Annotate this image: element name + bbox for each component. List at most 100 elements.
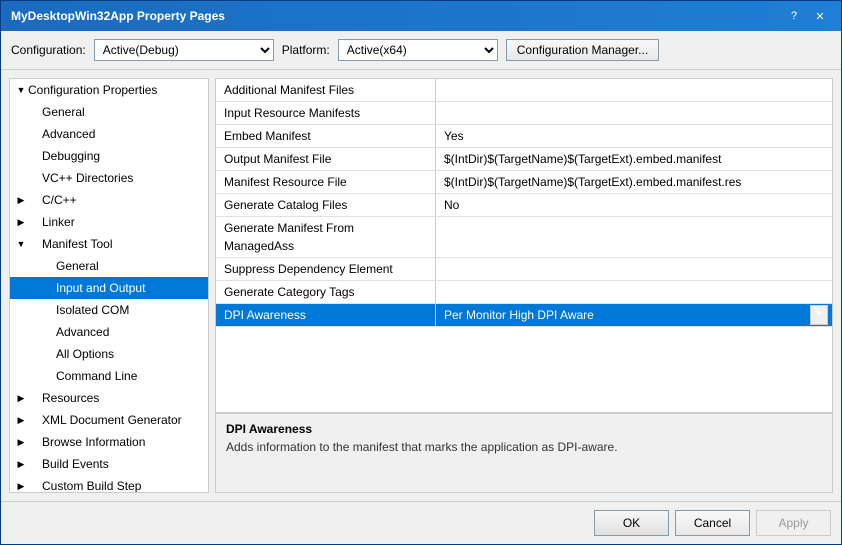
tree-item-debugging[interactable]: Debugging bbox=[10, 145, 208, 167]
main-window: MyDesktopWin32App Property Pages ? ✕ Con… bbox=[0, 0, 842, 545]
window-title: MyDesktopWin32App Property Pages bbox=[11, 9, 225, 23]
expand-icon: ▶ bbox=[14, 477, 28, 493]
expand-icon: ▶ bbox=[14, 213, 28, 231]
config-manager-button[interactable]: Configuration Manager... bbox=[506, 39, 659, 61]
prop-name-manifest-res: Manifest Resource File bbox=[216, 171, 436, 193]
tree-panel: ▼ Configuration Properties General Advan… bbox=[9, 78, 209, 493]
prop-value-gen-category bbox=[436, 281, 832, 303]
tree-item-custom-build[interactable]: ▶ Custom Build Step bbox=[10, 475, 208, 493]
tree-item-all-options[interactable]: All Options bbox=[10, 343, 208, 365]
tree-label: Isolated COM bbox=[56, 301, 129, 319]
prop-name-gen-category: Generate Category Tags bbox=[216, 281, 436, 303]
prop-row-output-manifest[interactable]: Output Manifest File $(IntDir)$(TargetNa… bbox=[216, 148, 832, 171]
tree-item-mt-general[interactable]: General bbox=[10, 255, 208, 277]
title-bar: MyDesktopWin32App Property Pages ? ✕ bbox=[1, 1, 841, 31]
tree-item-input-output[interactable]: Input and Output bbox=[10, 277, 208, 299]
prop-value-suppress-dep bbox=[436, 258, 832, 280]
tree-item-xml-doc[interactable]: ▶ XML Document Generator bbox=[10, 409, 208, 431]
prop-value-catalog: No bbox=[436, 194, 832, 216]
tree-item-command-line[interactable]: Command Line bbox=[10, 365, 208, 387]
tree-label: General bbox=[42, 103, 85, 121]
tree-label: Build Events bbox=[42, 455, 109, 473]
prop-value-add-manifest bbox=[436, 79, 832, 101]
tree-label: C/C++ bbox=[42, 191, 77, 209]
tree-label: Resources bbox=[42, 389, 99, 407]
platform-select[interactable]: Active(x64) bbox=[338, 39, 498, 61]
configuration-select[interactable]: Active(Debug) bbox=[94, 39, 274, 61]
toolbar: Configuration: Active(Debug) Platform: A… bbox=[1, 31, 841, 70]
property-panel: Additional Manifest Files Input Resource… bbox=[215, 78, 833, 493]
tree-item-resources[interactable]: ▶ Resources bbox=[10, 387, 208, 409]
tree-label: Manifest Tool bbox=[42, 235, 112, 253]
dpi-dropdown-button[interactable]: ▼ bbox=[810, 305, 828, 325]
prop-name-embed: Embed Manifest bbox=[216, 125, 436, 147]
prop-row-gen-managed[interactable]: Generate Manifest From ManagedAss bbox=[216, 217, 832, 258]
tree-label: Configuration Properties bbox=[28, 81, 157, 99]
tree-item-linker[interactable]: ▶ Linker bbox=[10, 211, 208, 233]
prop-name-gen-managed: Generate Manifest From ManagedAss bbox=[216, 217, 436, 257]
tree-label: Input and Output bbox=[56, 279, 145, 297]
tree-label: XML Document Generator bbox=[42, 411, 182, 429]
description-panel: DPI Awareness Adds information to the ma… bbox=[216, 412, 832, 492]
expand-icon: ▼ bbox=[14, 235, 28, 253]
prop-row-add-manifest[interactable]: Additional Manifest Files bbox=[216, 79, 832, 102]
content-area: ▼ Configuration Properties General Advan… bbox=[1, 70, 841, 501]
tree-label: Browse Information bbox=[42, 433, 145, 451]
ok-button[interactable]: OK bbox=[594, 510, 669, 536]
prop-row-gen-category[interactable]: Generate Category Tags bbox=[216, 281, 832, 304]
tree-item-mt-advanced[interactable]: Advanced bbox=[10, 321, 208, 343]
tree-label: Advanced bbox=[42, 125, 95, 143]
tree-label: VC++ Directories bbox=[42, 169, 133, 187]
tree-item-build-events[interactable]: ▶ Build Events bbox=[10, 453, 208, 475]
property-grid: Additional Manifest Files Input Resource… bbox=[216, 79, 832, 412]
expand-icon: ▼ bbox=[14, 81, 28, 99]
prop-row-embed[interactable]: Embed Manifest Yes bbox=[216, 125, 832, 148]
tree-item-advanced[interactable]: Advanced bbox=[10, 123, 208, 145]
expand-icon: ▶ bbox=[14, 411, 28, 429]
prop-name-input-res: Input Resource Manifests bbox=[216, 102, 436, 124]
prop-row-catalog[interactable]: Generate Catalog Files No bbox=[216, 194, 832, 217]
cancel-button[interactable]: Cancel bbox=[675, 510, 750, 536]
close-button[interactable]: ✕ bbox=[809, 7, 831, 25]
prop-row-input-res[interactable]: Input Resource Manifests bbox=[216, 102, 832, 125]
tree-item-isolated-com[interactable]: Isolated COM bbox=[10, 299, 208, 321]
tree-item-manifest-tool[interactable]: ▼ Manifest Tool bbox=[10, 233, 208, 255]
prop-name-add-manifest: Additional Manifest Files bbox=[216, 79, 436, 101]
prop-value-gen-managed bbox=[436, 217, 832, 257]
expand-icon: ▶ bbox=[14, 433, 28, 451]
tree-label: Linker bbox=[42, 213, 75, 231]
platform-label: Platform: bbox=[282, 43, 330, 57]
apply-button[interactable]: Apply bbox=[756, 510, 831, 536]
title-controls: ? ✕ bbox=[783, 7, 831, 25]
tree-item-browse-info[interactable]: ▶ Browse Information bbox=[10, 431, 208, 453]
prop-row-manifest-res[interactable]: Manifest Resource File $(IntDir)$(Target… bbox=[216, 171, 832, 194]
tree-label: All Options bbox=[56, 345, 114, 363]
config-label: Configuration: bbox=[11, 43, 86, 57]
expand-icon: ▶ bbox=[14, 389, 28, 407]
tree-item-cpp[interactable]: ▶ C/C++ bbox=[10, 189, 208, 211]
prop-name-suppress-dep: Suppress Dependency Element bbox=[216, 258, 436, 280]
tree-item-vc-dirs[interactable]: VC++ Directories bbox=[10, 167, 208, 189]
tree-item-general[interactable]: General bbox=[10, 101, 208, 123]
prop-value-output-manifest: $(IntDir)$(TargetName)$(TargetExt).embed… bbox=[436, 148, 832, 170]
tree-label: General bbox=[56, 257, 99, 275]
expand-icon: ▶ bbox=[14, 455, 28, 473]
tree-item-config-properties[interactable]: ▼ Configuration Properties bbox=[10, 79, 208, 101]
desc-title: DPI Awareness bbox=[226, 422, 822, 436]
bottom-buttons: OK Cancel Apply bbox=[1, 501, 841, 544]
prop-value-embed: Yes bbox=[436, 125, 832, 147]
prop-value-manifest-res: $(IntDir)$(TargetName)$(TargetExt).embed… bbox=[436, 171, 832, 193]
tree-label: Advanced bbox=[56, 323, 109, 341]
tree-label: Command Line bbox=[56, 367, 137, 385]
prop-row-suppress-dep[interactable]: Suppress Dependency Element bbox=[216, 258, 832, 281]
help-button[interactable]: ? bbox=[783, 7, 805, 25]
prop-name-dpi: DPI Awareness bbox=[216, 304, 436, 326]
prop-row-dpi[interactable]: DPI Awareness Per Monitor High DPI Aware… bbox=[216, 304, 832, 327]
prop-value-dpi: Per Monitor High DPI Aware ▼ bbox=[436, 304, 832, 326]
prop-value-input-res bbox=[436, 102, 832, 124]
tree-label: Custom Build Step bbox=[42, 477, 141, 493]
prop-name-output-manifest: Output Manifest File bbox=[216, 148, 436, 170]
prop-name-catalog: Generate Catalog Files bbox=[216, 194, 436, 216]
tree-label: Debugging bbox=[42, 147, 100, 165]
expand-icon: ▶ bbox=[14, 191, 28, 209]
